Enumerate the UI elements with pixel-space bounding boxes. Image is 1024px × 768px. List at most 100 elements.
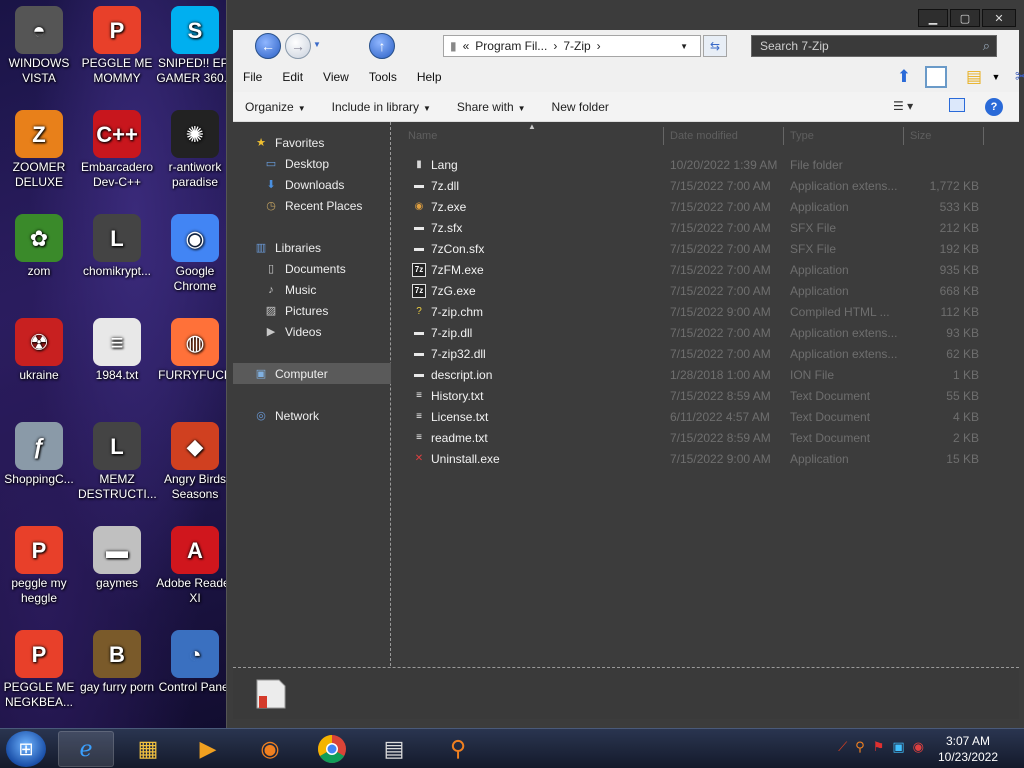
cut-icon[interactable]: ✂ (1011, 66, 1024, 88)
nav-item-desktop[interactable]: ▭ Desktop (233, 153, 391, 174)
column-header-date-modified[interactable]: Date modified (664, 127, 784, 145)
desktop-shortcut[interactable]: ◆ Angry Birds Seasons (156, 422, 226, 502)
nav-item-pictures[interactable]: ▨ Pictures (233, 300, 391, 321)
file-row[interactable]: ▬ 7zCon.sfx 7/15/2022 7:00 AM SFX File 192 K… (392, 238, 1019, 259)
column-header-size[interactable]: Size (904, 127, 984, 145)
desktop-shortcut[interactable]: Ppeggle my heggle (0, 526, 78, 606)
new-folder-button[interactable]: New folder (540, 100, 623, 114)
file-row[interactable]: ▬ 7-zip32.dll 7/15/2022 7:00 AM Application… (392, 343, 1019, 364)
address-separator[interactable]: › (597, 39, 601, 53)
desktop-shortcut[interactable]: ◉ Google Chrome (156, 214, 226, 294)
close-button[interactable]: ✕ (982, 9, 1016, 27)
search-icon[interactable]: ⌕ (983, 38, 990, 54)
desktop-shortcut[interactable]: P PEGGLE ME NEGKBEA... (0, 630, 78, 710)
file-date: 7/15/2022 9:00 AM (670, 451, 771, 466)
menu-edit[interactable]: Edit (272, 70, 313, 84)
preview-pane-icon[interactable] (925, 66, 947, 88)
address-segment-7zip[interactable]: 7-Zip (563, 39, 590, 53)
recent-pages-dropdown[interactable]: ▼ (313, 40, 321, 49)
menu-help[interactable]: Help (407, 70, 452, 84)
desktop-shortcut[interactable]: ≡ 1984.txt (78, 318, 156, 383)
desktop-shortcut[interactable]: L MEMZ DESTRUCTI... (78, 422, 157, 502)
clock[interactable]: 3:07 AM 10/23/2022 (928, 733, 1008, 765)
forward-button[interactable]: → (285, 33, 311, 59)
taskbar-media-player[interactable]: ▶ (180, 731, 236, 767)
preview-pane-toggle-icon[interactable] (949, 98, 965, 112)
desktop-shortcut[interactable]: ◍ FURRYFUCK (156, 318, 226, 383)
file-row[interactable]: ▮ Lang 10/20/2022 1:39 AM File folder (392, 154, 1019, 175)
back-button[interactable]: ← (255, 33, 281, 59)
desktop-shortcut[interactable]: ◓ WINDOWS VISTA (0, 6, 78, 86)
address-segment-program-files[interactable]: Program Fil... (475, 39, 547, 53)
nav-item-downloads[interactable]: ⬇ Downloads (233, 174, 391, 195)
desktop-shortcut[interactable]: ✿ zom (0, 214, 78, 279)
organize-button[interactable]: Organize ▼ (233, 100, 320, 114)
help-icon[interactable]: ? (985, 98, 1003, 116)
pen-tray-icon[interactable]: ⟋ (838, 739, 847, 755)
nav-item-network[interactable]: ◎ Network (233, 405, 391, 426)
file-row[interactable]: ≡ License.txt 6/11/2022 4:57 AM Text Docume… (392, 406, 1019, 427)
taskbar-uc-browser[interactable]: ◉ (242, 731, 298, 767)
start-button[interactable]: ⊞ (6, 731, 46, 767)
folder-options-icon[interactable]: ▤ (963, 66, 985, 88)
address-dropdown-icon[interactable]: ▼ (680, 42, 688, 51)
menu-file[interactable]: File (233, 70, 272, 84)
nav-item-libraries[interactable]: ▥ Libraries (233, 237, 391, 258)
desktop-shortcut[interactable]: Lchomikrypt... (78, 214, 156, 279)
nav-item-videos[interactable]: ▶ Videos (233, 321, 391, 342)
file-row[interactable]: ✕ Uninstall.exe 7/15/2022 9:00 AM Applicati… (392, 448, 1019, 469)
flag-tray-icon[interactable]: ⚑ (873, 739, 885, 755)
taskbar-chrome[interactable] (304, 731, 360, 767)
desktop-shortcut[interactable]: ◔ Control Panel (156, 630, 226, 695)
maximize-button[interactable]: ▢ (950, 9, 980, 27)
file-row[interactable]: ▬ 7z.dll 7/15/2022 7:00 AM Application exte… (392, 175, 1019, 196)
volume-tray-icon[interactable]: ◉ (913, 739, 924, 755)
desktop-shortcut[interactable]: S SNIPED!! EPI GAMER 360... (156, 6, 226, 86)
address-bar[interactable]: ▮ « Program Fil... › 7-Zip › ▼ (443, 35, 701, 57)
refresh-button[interactable]: ⇆ (703, 35, 727, 57)
taskbar-notepad[interactable]: ▤ (366, 731, 422, 767)
file-row[interactable]: 7z 7zG.exe 7/15/2022 7:00 AM Application 668… (392, 280, 1019, 301)
include-in-library-button[interactable]: Include in library ▼ (320, 100, 445, 114)
nav-item-documents[interactable]: ▯ Documents (233, 258, 391, 279)
desktop-shortcut-label: MEMZ DESTRUCTI... (78, 472, 157, 501)
desktop-shortcut[interactable]: ✺ r-antiwork paradise (156, 110, 226, 190)
minimize-button[interactable]: ▁ (918, 9, 948, 27)
file-row[interactable]: ≡ History.txt 7/15/2022 8:59 AM Text Docume… (392, 385, 1019, 406)
desktop-shortcut[interactable]: ▬ gaymes (78, 526, 156, 591)
options-dropdown-icon[interactable]: ▼ (985, 66, 1007, 88)
file-row[interactable]: 7z 7zFM.exe 7/15/2022 7:00 AM Application 93… (392, 259, 1019, 280)
menu-tools[interactable]: Tools (359, 70, 407, 84)
taskbar-file-explorer[interactable]: ▦ (120, 731, 176, 767)
nav-item-recent-places[interactable]: ◷ Recent Places (233, 195, 391, 216)
network-tray-icon[interactable]: ▣ (892, 739, 904, 755)
up-folder-icon[interactable]: ⬆ (893, 66, 915, 88)
desktop-shortcut[interactable]: ƒ ShoppingC... (0, 422, 78, 487)
view-options-icon[interactable]: ☰ ▾ (893, 99, 913, 113)
file-row[interactable]: ▬ descript.ion 1/28/2018 1:00 AM ION File 1 … (392, 364, 1019, 385)
file-row[interactable]: ≡ readme.txt 7/15/2022 8:59 AM Text Documen… (392, 427, 1019, 448)
nav-item-favorites[interactable]: ★ Favorites (233, 132, 391, 153)
share-with-button[interactable]: Share with ▼ (445, 100, 540, 114)
desktop-shortcut[interactable]: C++ Embarcadero Dev-C++ (78, 110, 156, 190)
devcpp-icon: C++ (93, 110, 141, 158)
menu-view[interactable]: View (313, 70, 359, 84)
desktop-shortcut[interactable]: A Adobe Reader XI (156, 526, 226, 606)
column-header-type[interactable]: Type (784, 127, 904, 145)
file-row[interactable]: ▬ 7-zip.dll 7/15/2022 7:00 AM Application e… (392, 322, 1019, 343)
file-row[interactable]: ◉ 7z.exe 7/15/2022 7:00 AM Application 533 K… (392, 196, 1019, 217)
address-separator[interactable]: › (553, 39, 557, 53)
taskbar-internet-explorer[interactable]: ℯ (58, 731, 114, 767)
desktop-shortcut[interactable]: ☢ ukraine (0, 318, 78, 383)
desktop-shortcut[interactable]: P PEGGLE ME MOMMY (78, 6, 156, 86)
up-button[interactable]: ↑ (369, 33, 395, 59)
nav-item-music[interactable]: ♪ Music (233, 279, 391, 300)
file-row[interactable]: ▬ 7z.sfx 7/15/2022 7:00 AM SFX File 212 KB (392, 217, 1019, 238)
desktop-shortcut[interactable]: Z ZOOMER DELUXE (0, 110, 78, 190)
file-row[interactable]: ? 7-zip.chm 7/15/2022 9:00 AM Compiled HTML… (392, 301, 1019, 322)
search-input[interactable]: Search 7-Zip ⌕ (751, 35, 997, 57)
search-tray-icon[interactable]: ⚲ (855, 739, 865, 755)
desktop-shortcut[interactable]: Bgay furry porn (78, 630, 156, 695)
nav-item-computer[interactable]: ▣ Computer (233, 363, 391, 384)
taskbar-search-app[interactable]: ⚲ (430, 731, 486, 767)
